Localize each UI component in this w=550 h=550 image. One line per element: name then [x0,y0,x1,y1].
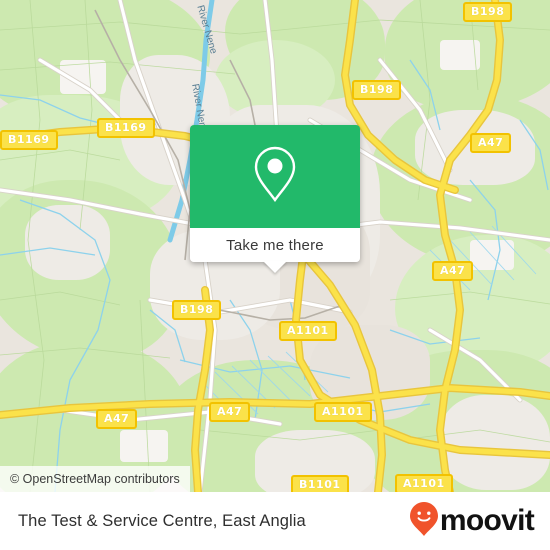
road-shield-a47: A47 [432,261,474,281]
osm-attribution-text: © OpenStreetMap contributors [10,472,180,486]
moovit-logo[interactable]: moovit [409,501,535,542]
road-shield-b1169: B1169 [97,118,155,138]
popup-action-bar[interactable]: Take me there [190,228,360,273]
map-canvas[interactable]: River Nene River Nene B198 B198 B1169 B1… [0,0,550,492]
road-shield-b198: B198 [172,300,222,320]
osm-attribution[interactable]: © OpenStreetMap contributors [0,466,190,492]
place-title: The Test & Service Centre, East Anglia [18,511,306,530]
road-shield-b1169: B1169 [0,130,58,150]
road-shield-b1101: B1101 [291,475,349,492]
take-me-there-label: Take me there [226,236,324,254]
road-shield-a1101: A1101 [314,402,372,422]
moovit-map-screen: River Nene River Nene B198 B198 B1169 B1… [0,0,550,550]
road-shield-b198: B198 [352,80,402,100]
moovit-wordmark: moovit [439,504,535,537]
popup-icon-panel [190,125,360,228]
road-shield-a47: A47 [209,402,251,422]
road-shield-a47: A47 [96,409,138,429]
road-shield-a1101: A1101 [395,474,453,492]
moovit-pin-icon [409,501,439,542]
location-popup-card[interactable]: Take me there [190,125,360,273]
road-shield-a47: A47 [470,133,512,153]
popup-tail [263,261,287,273]
road-shield-b198: B198 [463,2,513,22]
footer-bar: The Test & Service Centre, East Anglia m… [0,492,550,550]
map-pin-icon [253,145,297,208]
road-shield-a1101: A1101 [279,321,337,341]
